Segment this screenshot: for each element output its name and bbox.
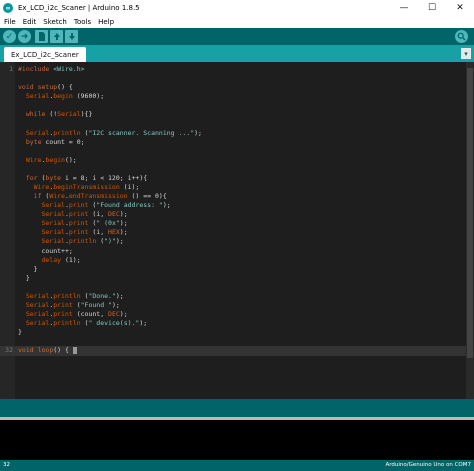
message-area xyxy=(0,399,474,419)
code-line[interactable]: Serial.println (" device(s)."); xyxy=(0,319,466,328)
code-text[interactable]: Serial.print (count, DEC); xyxy=(18,310,128,319)
code-text[interactable]: void loop() { xyxy=(18,346,77,355)
code-line[interactable]: Serial.print ("Found "); xyxy=(0,301,466,310)
code-line[interactable]: Serial.print (i, DEC); xyxy=(0,210,466,219)
menu-help[interactable]: Help xyxy=(95,18,117,26)
code-line[interactable]: } xyxy=(0,265,466,274)
new-button[interactable] xyxy=(35,30,48,43)
code-text[interactable]: Serial.print ("Found address: "); xyxy=(18,201,170,210)
status-board-port: Arduino/Genuino Uno on COM7 xyxy=(385,462,471,468)
close-button[interactable]: ✕ xyxy=(446,0,474,16)
code-text[interactable]: byte count = 0; xyxy=(18,138,85,147)
code-text[interactable]: Serial.print ("Found "); xyxy=(18,301,120,310)
code-line[interactable]: Serial.print (i, HEX); xyxy=(0,228,466,237)
code-text[interactable]: for (byte i = 8; i < 120; i++){ xyxy=(18,174,147,183)
status-bar: 32 Arduino/Genuino Uno on COM7 xyxy=(0,460,474,471)
menu-edit[interactable]: Edit xyxy=(20,18,40,26)
arduino-logo-icon: ∞ xyxy=(3,3,13,13)
code-line[interactable] xyxy=(0,165,466,174)
menu-tools[interactable]: Tools xyxy=(71,18,94,26)
code-line[interactable] xyxy=(0,74,466,83)
code-editor[interactable]: 1 #include <Wire.h> void setup() { Serial.… xyxy=(0,62,474,399)
code-text[interactable]: Wire.begin(); xyxy=(18,156,77,165)
check-icon: ✓ xyxy=(5,31,14,42)
code-text[interactable]: Serial.begin (9600); xyxy=(18,92,104,101)
menu-file[interactable]: File xyxy=(1,18,19,26)
code-line[interactable] xyxy=(0,147,466,156)
code-text[interactable]: } xyxy=(18,328,22,337)
code-text[interactable]: Serial.println ("I2C scanner. Scanning .… xyxy=(18,129,202,138)
code-text[interactable]: void setup() { xyxy=(18,83,73,92)
magnifier-icon xyxy=(457,32,466,41)
code-line[interactable]: count++; xyxy=(0,247,466,256)
code-line[interactable]: } xyxy=(0,328,466,337)
code-text[interactable]: } xyxy=(18,274,30,283)
menu-sketch[interactable]: Sketch xyxy=(40,18,70,26)
code-line[interactable]: Serial.print (count, DEC); xyxy=(0,310,466,319)
serial-monitor-button[interactable] xyxy=(455,30,468,43)
code-line[interactable] xyxy=(0,337,466,346)
code-line[interactable]: Wire.beginTransmission (i); xyxy=(0,183,466,192)
window-title: Ex_LCD_i2c_Scaner | Arduino 1.8.5 xyxy=(18,4,140,12)
title-bar: ∞ Ex_LCD_i2c_Scaner | Arduino 1.8.5 — ☐ … xyxy=(0,0,474,16)
code-text[interactable]: count++; xyxy=(18,247,72,256)
code-line[interactable]: 1 #include <Wire.h> xyxy=(0,65,466,74)
scrollbar-thumb[interactable] xyxy=(467,68,473,358)
console-output[interactable] xyxy=(0,420,474,460)
code-text[interactable]: Serial.print (" (0x"); xyxy=(18,219,127,228)
line-number: 32 xyxy=(5,346,13,355)
code-line[interactable]: Serial.println (")"); xyxy=(0,237,466,246)
code-lines[interactable]: 1 #include <Wire.h> void setup() { Serial.… xyxy=(0,65,466,356)
code-text[interactable]: if (Wire.endTransmission () == 0){ xyxy=(18,192,167,201)
code-line[interactable] xyxy=(0,119,466,128)
code-line[interactable]: Serial.println ("I2C scanner. Scanning .… xyxy=(0,129,466,138)
code-line[interactable]: Wire.begin(); xyxy=(0,156,466,165)
minimize-button[interactable]: — xyxy=(390,0,418,16)
vertical-scrollbar[interactable] xyxy=(466,62,474,399)
open-button[interactable] xyxy=(50,30,63,43)
menu-bar: File Edit Sketch Tools Help xyxy=(0,16,474,28)
code-line[interactable]: if (Wire.endTransmission () == 0){ xyxy=(0,192,466,201)
code-line[interactable] xyxy=(0,283,466,292)
code-line[interactable]: void setup() { xyxy=(0,83,466,92)
code-line[interactable]: 32 void loop() { xyxy=(0,346,466,356)
save-arrow-down-icon xyxy=(68,33,75,40)
code-line[interactable]: for (byte i = 8; i < 120; i++){ xyxy=(0,174,466,183)
new-file-icon xyxy=(38,32,45,41)
code-line[interactable]: while (!Serial){} xyxy=(0,110,466,119)
code-text[interactable]: Serial.println ("Done."); xyxy=(18,292,124,301)
code-text[interactable]: delay (1); xyxy=(18,256,80,265)
code-line[interactable]: } xyxy=(0,274,466,283)
maximize-button[interactable]: ☐ xyxy=(418,0,446,16)
code-text[interactable]: #include <Wire.h> xyxy=(18,65,85,74)
code-line[interactable]: byte count = 0; xyxy=(0,138,466,147)
code-text[interactable]: Serial.print (i, DEC); xyxy=(18,210,127,219)
verify-button[interactable]: ✓ xyxy=(3,30,16,43)
status-line-number: 32 xyxy=(3,462,10,468)
tab-sketch[interactable]: Ex_LCD_i2c_Scaner xyxy=(4,47,86,62)
code-text[interactable]: Serial.println (" device(s)."); xyxy=(18,319,147,328)
tab-bar: Ex_LCD_i2c_Scaner ▾ xyxy=(0,45,474,62)
code-text[interactable]: } xyxy=(18,265,38,274)
tab-menu-button[interactable]: ▾ xyxy=(461,48,471,59)
code-text[interactable]: Wire.beginTransmission (i); xyxy=(18,183,140,192)
code-line[interactable]: Serial.print ("Found address: "); xyxy=(0,201,466,210)
save-button[interactable] xyxy=(65,30,78,43)
code-line[interactable]: Serial.println ("Done."); xyxy=(0,292,466,301)
code-text[interactable]: Serial.println (")"); xyxy=(18,237,123,246)
code-line[interactable] xyxy=(0,101,466,110)
line-number: 1 xyxy=(9,65,13,73)
upload-button[interactable]: ➜ xyxy=(18,30,31,43)
code-text[interactable]: Serial.print (i, HEX); xyxy=(18,228,127,237)
arrow-right-icon: ➜ xyxy=(20,31,29,42)
toolbar: ✓ ➜ xyxy=(0,28,474,45)
code-line[interactable]: Serial.print (" (0x"); xyxy=(0,219,466,228)
code-line[interactable]: Serial.begin (9600); xyxy=(0,92,466,101)
code-line[interactable]: delay (1); xyxy=(0,256,466,265)
open-arrow-up-icon xyxy=(53,33,60,40)
code-text[interactable]: while (!Serial){} xyxy=(18,110,93,119)
